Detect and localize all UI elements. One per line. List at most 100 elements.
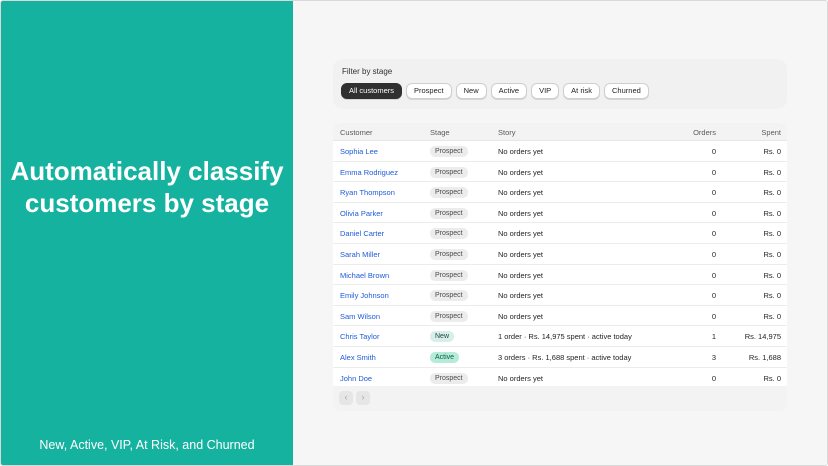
table-row[interactable]: Sam Wilson Prospect No orders yet 0 Rs. 0 xyxy=(333,306,787,327)
table-row[interactable]: Sophia Lee Prospect No orders yet 0 Rs. 0 xyxy=(333,141,787,162)
filter-pill-all-customers[interactable]: All customers xyxy=(341,83,403,99)
customer-table: Customer Stage Story Orders Spent Sophia… xyxy=(333,123,787,411)
filter-card: Filter by stage All customers Prospect N… xyxy=(333,59,787,109)
table-footer: ‹ › xyxy=(333,386,787,411)
hero-subtitle: New, Active, VIP, At Risk, and Churned xyxy=(39,438,255,452)
orders-cell: 3 xyxy=(711,353,716,362)
spent-cell: Rs. 14,975 xyxy=(744,332,781,342)
customer-name-link[interactable]: Chris Taylor xyxy=(340,332,379,341)
stage-badge: Prospect xyxy=(430,310,468,322)
stage-badge: Prospect xyxy=(430,228,468,240)
orders-cell: 0 xyxy=(711,188,716,198)
orders-cell: 0 xyxy=(711,147,716,156)
orders-cell: 1 xyxy=(711,332,716,342)
table-row[interactable]: Michael Brown Prospect No orders yet 0 Rs. 0 xyxy=(333,265,787,286)
app-panel: Filter by stage All customers Prospect N… xyxy=(293,1,827,465)
customer-name-link[interactable]: Michael Brown xyxy=(340,271,389,280)
customer-name-link[interactable]: Emma Rodriguez xyxy=(340,168,398,177)
spent-cell: Rs. 1,688 xyxy=(748,353,781,362)
orders-cell: 0 xyxy=(711,250,716,259)
story-cell: 3 orders · Rs. 1,688 spent · active toda… xyxy=(498,353,632,362)
spent-cell: Rs. 0 xyxy=(763,373,781,383)
customer-name-link[interactable]: Daniel Carter xyxy=(340,229,384,238)
spent-cell: Rs. 0 xyxy=(763,208,781,218)
orders-cell: 0 xyxy=(711,167,716,177)
stage-badge: Prospect xyxy=(430,207,468,219)
screen: Automatically classify customers by stag… xyxy=(0,0,828,466)
customer-name-link[interactable]: Emily Johnson xyxy=(340,291,389,300)
spent-cell: Rs. 0 xyxy=(763,291,781,301)
stage-badge: Prospect xyxy=(430,249,468,260)
filter-pill-churned[interactable]: Churned xyxy=(604,83,649,99)
stage-badge: Prospect xyxy=(430,146,468,157)
stage-badge: Prospect xyxy=(430,290,468,302)
story-cell: No orders yet xyxy=(498,311,544,321)
filter-pill-vip[interactable]: VIP xyxy=(531,83,560,99)
filter-label: Filter by stage xyxy=(342,67,393,76)
header-orders[interactable]: Orders xyxy=(693,128,716,137)
table-row[interactable]: Ryan Thompson Prospect No orders yet 0 Rs. 0 xyxy=(333,182,787,203)
stage-cell: Prospect xyxy=(430,269,468,282)
table-row[interactable]: Emma Rodriguez Prospect No orders yet 0 Rs. … xyxy=(333,162,787,183)
customer-name-link[interactable]: Sarah Miller xyxy=(340,250,380,259)
orders-cell: 0 xyxy=(711,311,716,321)
filter-pill-prospect[interactable]: Prospect xyxy=(406,83,452,99)
table-row[interactable]: Olivia Parker Prospect No orders yet 0 Rs. 0 xyxy=(333,203,787,224)
orders-cell: 0 xyxy=(711,373,716,383)
orders-cell: 0 xyxy=(711,291,716,301)
stage-filter-pills: All customers Prospect New Active VIP At… xyxy=(341,83,649,99)
stage-cell: Prospect xyxy=(430,372,468,385)
spent-cell: Rs. 0 xyxy=(763,167,781,177)
spent-cell: Rs. 0 xyxy=(763,270,781,280)
story-cell: No orders yet xyxy=(498,250,544,259)
stage-badge: Prospect xyxy=(430,187,468,199)
table-row[interactable]: Daniel Carter Prospect No orders yet 0 Rs. 0 xyxy=(333,223,787,244)
story-cell: No orders yet xyxy=(498,208,544,218)
orders-cell: 0 xyxy=(711,208,716,218)
chevron-left-icon[interactable]: ‹ xyxy=(339,391,353,405)
filter-pill-active[interactable]: Active xyxy=(490,83,528,99)
spent-cell: Rs. 0 xyxy=(763,311,781,321)
spent-cell: Rs. 0 xyxy=(763,229,781,239)
stage-badge: Prospect xyxy=(430,166,468,178)
header-story[interactable]: Story xyxy=(498,128,516,137)
spent-cell: Rs. 0 xyxy=(763,250,781,259)
table-header: Customer Stage Story Orders Spent xyxy=(333,123,787,141)
stage-cell: Prospect xyxy=(430,207,468,220)
table-row[interactable]: Sarah Miller Prospect No orders yet 0 Rs. 0 xyxy=(333,244,787,265)
filter-pill-at-risk[interactable]: At risk xyxy=(563,83,601,99)
customer-name-link[interactable]: Ryan Thompson xyxy=(340,188,395,197)
chevron-right-icon[interactable]: › xyxy=(356,391,370,405)
spent-cell: Rs. 0 xyxy=(763,188,781,198)
stage-badge: Active xyxy=(430,352,460,363)
header-spent[interactable]: Spent xyxy=(761,128,781,137)
story-cell: No orders yet xyxy=(498,147,544,156)
customer-name-link[interactable]: Olivia Parker xyxy=(340,209,383,218)
customer-name-link[interactable]: Alex Smith xyxy=(340,353,376,362)
stage-cell: Prospect xyxy=(430,290,468,302)
hero-title: Automatically classify customers by stag… xyxy=(10,156,284,218)
story-cell: No orders yet xyxy=(498,229,544,239)
story-cell: No orders yet xyxy=(498,167,544,177)
stage-badge: Prospect xyxy=(430,269,468,281)
customer-name-link[interactable]: John Doe xyxy=(340,374,372,383)
spent-cell: Rs. 0 xyxy=(763,147,781,156)
story-cell: No orders yet xyxy=(498,291,544,301)
stage-badge: New xyxy=(430,331,455,343)
table-row[interactable]: Chris Taylor New 1 order · Rs. 14,975 spen… xyxy=(333,326,787,347)
story-cell: No orders yet xyxy=(498,373,544,383)
stage-cell: Prospect xyxy=(430,249,468,261)
customer-name-link[interactable]: Sam Wilson xyxy=(340,312,380,321)
header-stage[interactable]: Stage xyxy=(430,128,450,137)
filter-pill-new[interactable]: New xyxy=(455,83,487,99)
table-row[interactable]: Emily Johnson Prospect No orders yet 0 Rs. 0 xyxy=(333,285,787,306)
customer-name-link[interactable]: Sophia Lee xyxy=(340,147,378,156)
stage-cell: Prospect xyxy=(430,187,468,199)
orders-cell: 0 xyxy=(711,229,716,239)
header-customer[interactable]: Customer xyxy=(340,128,373,137)
stage-cell: Prospect xyxy=(430,310,468,323)
stage-cell: Prospect xyxy=(430,166,468,179)
table-row[interactable]: Alex Smith Active 3 orders · Rs. 1,688 spe… xyxy=(333,347,787,368)
orders-cell: 0 xyxy=(711,270,716,280)
story-cell: No orders yet xyxy=(498,188,544,198)
